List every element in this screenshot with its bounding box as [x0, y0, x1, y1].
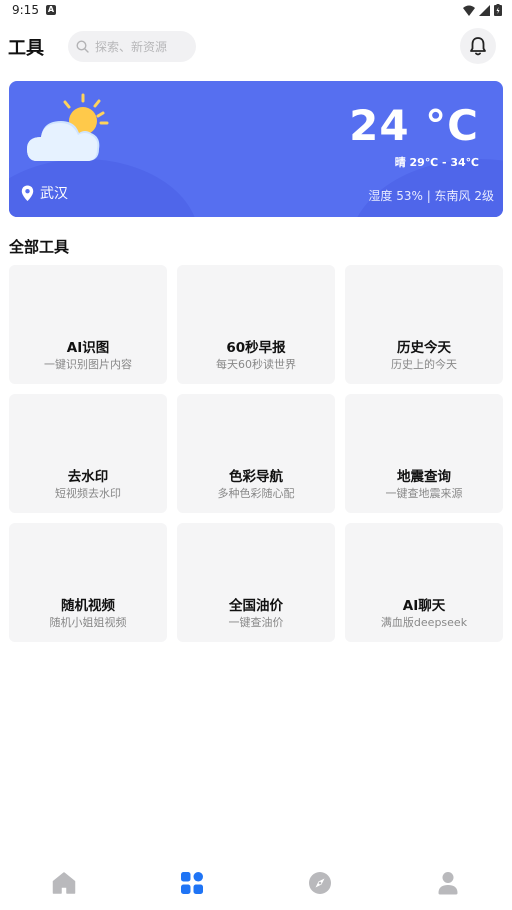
tool-tile-oil-price[interactable]: 全国油价 一键查油价 [177, 523, 335, 642]
partly-sunny-icon [27, 93, 109, 161]
tools-grid: AI识图 一键识别图片内容 60秒早报 每天60秒读世界 历史今天 历史上的今天… [9, 265, 503, 642]
tool-title: 60秒早报 [226, 340, 286, 356]
tool-title: 地震查询 [397, 469, 451, 485]
tool-subtitle: 短视频去水印 [55, 487, 121, 500]
tool-tile-earthquake[interactable]: 地震查询 一键查地震来源 [345, 394, 503, 513]
notification-icon: A [46, 5, 56, 15]
weather-condition: 晴 29℃ - 34℃ [394, 156, 479, 169]
tool-title: AI识图 [66, 340, 110, 356]
status-icons [463, 4, 502, 16]
location-name: 武汉 [40, 186, 68, 202]
search-input[interactable]: 探索、新资源 [68, 31, 196, 62]
tool-subtitle: 一键查地震来源 [385, 487, 463, 500]
temperature: 24 °C [349, 101, 479, 150]
search-icon [76, 40, 89, 53]
wifi-icon [463, 5, 475, 16]
section-title: 全部工具 [9, 238, 70, 256]
home-icon [52, 872, 76, 894]
signal-icon [479, 4, 490, 16]
tool-title: 历史今天 [397, 340, 451, 356]
status-time: 9:15 [12, 3, 39, 17]
tool-subtitle: 一键查油价 [228, 616, 284, 629]
page-title: 工具 [8, 38, 44, 59]
weather-card[interactable]: 24 °C 晴 29℃ - 34℃ 武汉 湿度 53% | 东南风 2级 [9, 81, 503, 217]
location: 武汉 [21, 183, 68, 203]
tool-title: AI聊天 [402, 598, 446, 614]
bell-icon [470, 37, 486, 56]
tool-tile-random-video[interactable]: 随机视频 随机小姐姐视频 [9, 523, 167, 642]
nav-home[interactable] [49, 868, 79, 898]
tool-title: 全国油价 [229, 598, 283, 614]
tool-tile-ai-chat[interactable]: AI聊天 满血版deepseek [345, 523, 503, 642]
bottom-nav [0, 858, 512, 910]
location-pin-icon [21, 185, 34, 201]
notifications-button[interactable] [460, 28, 496, 64]
tool-tile-color-nav[interactable]: 色彩导航 多种色彩随心配 [177, 394, 335, 513]
tool-tile-remove-watermark[interactable]: 去水印 短视频去水印 [9, 394, 167, 513]
battery-icon [494, 4, 502, 16]
search-placeholder: 探索、新资源 [95, 40, 168, 54]
nav-profile[interactable] [433, 868, 463, 898]
tool-subtitle: 多种色彩随心配 [217, 487, 295, 500]
tool-subtitle: 每天60秒读世界 [216, 358, 296, 371]
user-icon [438, 872, 458, 895]
tool-subtitle: 历史上的今天 [391, 358, 457, 371]
tool-subtitle: 满血版deepseek [380, 616, 468, 629]
weather-details: 湿度 53% | 东南风 2级 [368, 189, 494, 203]
status-bar: 9:15 A [0, 0, 512, 22]
tool-tile-60s-news[interactable]: 60秒早报 每天60秒读世界 [177, 265, 335, 384]
tool-tile-ai-image[interactable]: AI识图 一键识别图片内容 [9, 265, 167, 384]
tool-title: 色彩导航 [229, 469, 283, 485]
grid-icon [181, 872, 203, 894]
nav-tools[interactable] [177, 868, 207, 898]
tool-title: 随机视频 [61, 598, 115, 614]
tool-tile-history-today[interactable]: 历史今天 历史上的今天 [345, 265, 503, 384]
tool-title: 去水印 [67, 469, 109, 485]
nav-discover[interactable] [305, 868, 335, 898]
compass-icon [309, 872, 331, 894]
tool-subtitle: 一键识别图片内容 [44, 358, 132, 371]
tool-subtitle: 随机小姐姐视频 [49, 616, 127, 629]
